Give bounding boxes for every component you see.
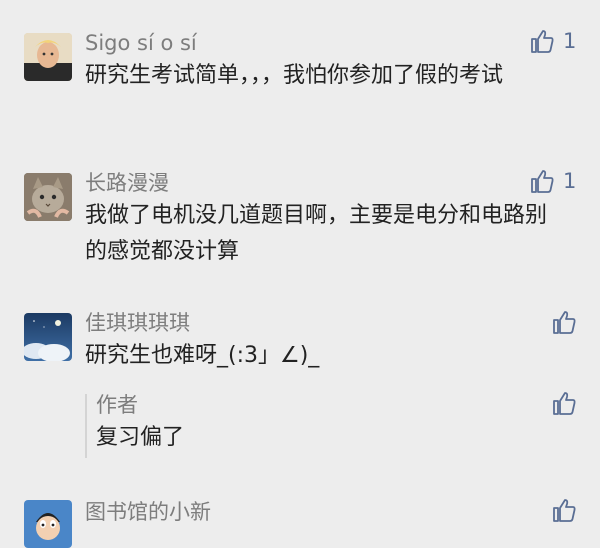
comment-username[interactable]: 图书馆的小新: [85, 499, 211, 525]
cartoon-avatar-icon: [24, 500, 72, 548]
comment-item: 图书馆的小新: [0, 0, 600, 548]
avatar[interactable]: [24, 500, 72, 548]
thumbs-up-icon: [553, 499, 576, 522]
like-button[interactable]: [551, 497, 577, 523]
